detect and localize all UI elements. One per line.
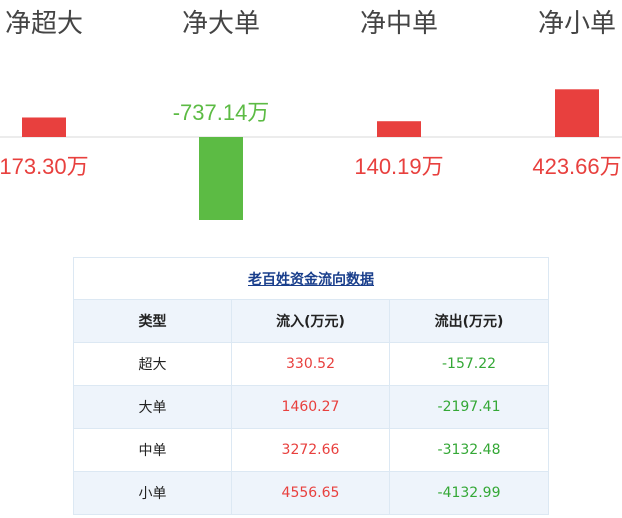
row-inflow: 1460.27 xyxy=(231,385,390,429)
bar xyxy=(377,121,421,137)
table-row: 超大 330.52 -157.22 xyxy=(73,342,550,386)
category-label: 净超大 xyxy=(5,8,83,38)
value-label: -737.14万 xyxy=(173,100,270,125)
table-title-cell: 老百姓资金流向数据 xyxy=(72,257,550,300)
row-inflow: 3272.66 xyxy=(231,428,390,472)
row-outflow: -3132.48 xyxy=(388,428,550,472)
table-title-link[interactable]: 老百姓资金流向数据 xyxy=(248,272,374,288)
header-outflow: 流出(万元) xyxy=(388,299,550,343)
bar xyxy=(555,89,599,137)
bar xyxy=(199,137,243,220)
row-inflow: 4556.65 xyxy=(231,471,390,515)
category-label: 净大单 xyxy=(182,8,260,38)
category-label: 净小单 xyxy=(538,8,616,38)
row-type: 中单 xyxy=(73,428,232,472)
value-label: 173.30万 xyxy=(0,154,89,179)
row-outflow: -157.22 xyxy=(388,342,550,386)
bar xyxy=(22,117,66,137)
fund-flow-table: 老百姓资金流向数据 类型 流入(万元) 流出(万元) 超大 330.52 -15… xyxy=(72,257,550,515)
value-label: 140.19万 xyxy=(354,154,443,179)
row-outflow: -2197.41 xyxy=(388,385,550,429)
value-label: 423.66万 xyxy=(532,154,621,179)
row-outflow: -4132.99 xyxy=(388,471,550,515)
table-row: 中单 3272.66 -3132.48 xyxy=(73,428,550,472)
row-type: 超大 xyxy=(73,342,232,386)
table-row: 小单 4556.65 -4132.99 xyxy=(73,471,550,515)
table-header-row: 类型 流入(万元) 流出(万元) xyxy=(73,299,550,343)
row-type: 大单 xyxy=(73,385,232,429)
table-row: 大单 1460.27 -2197.41 xyxy=(73,385,550,429)
header-type: 类型 xyxy=(73,299,232,343)
row-type: 小单 xyxy=(73,471,232,515)
net-flow-bar-chart: 净超大 173.30万 净大单 -737.14万 净中单 140.19万 净小单 423.66… xyxy=(0,8,622,220)
header-inflow: 流入(万元) xyxy=(231,299,390,343)
row-inflow: 330.52 xyxy=(231,342,390,386)
category-label: 净中单 xyxy=(360,8,438,38)
